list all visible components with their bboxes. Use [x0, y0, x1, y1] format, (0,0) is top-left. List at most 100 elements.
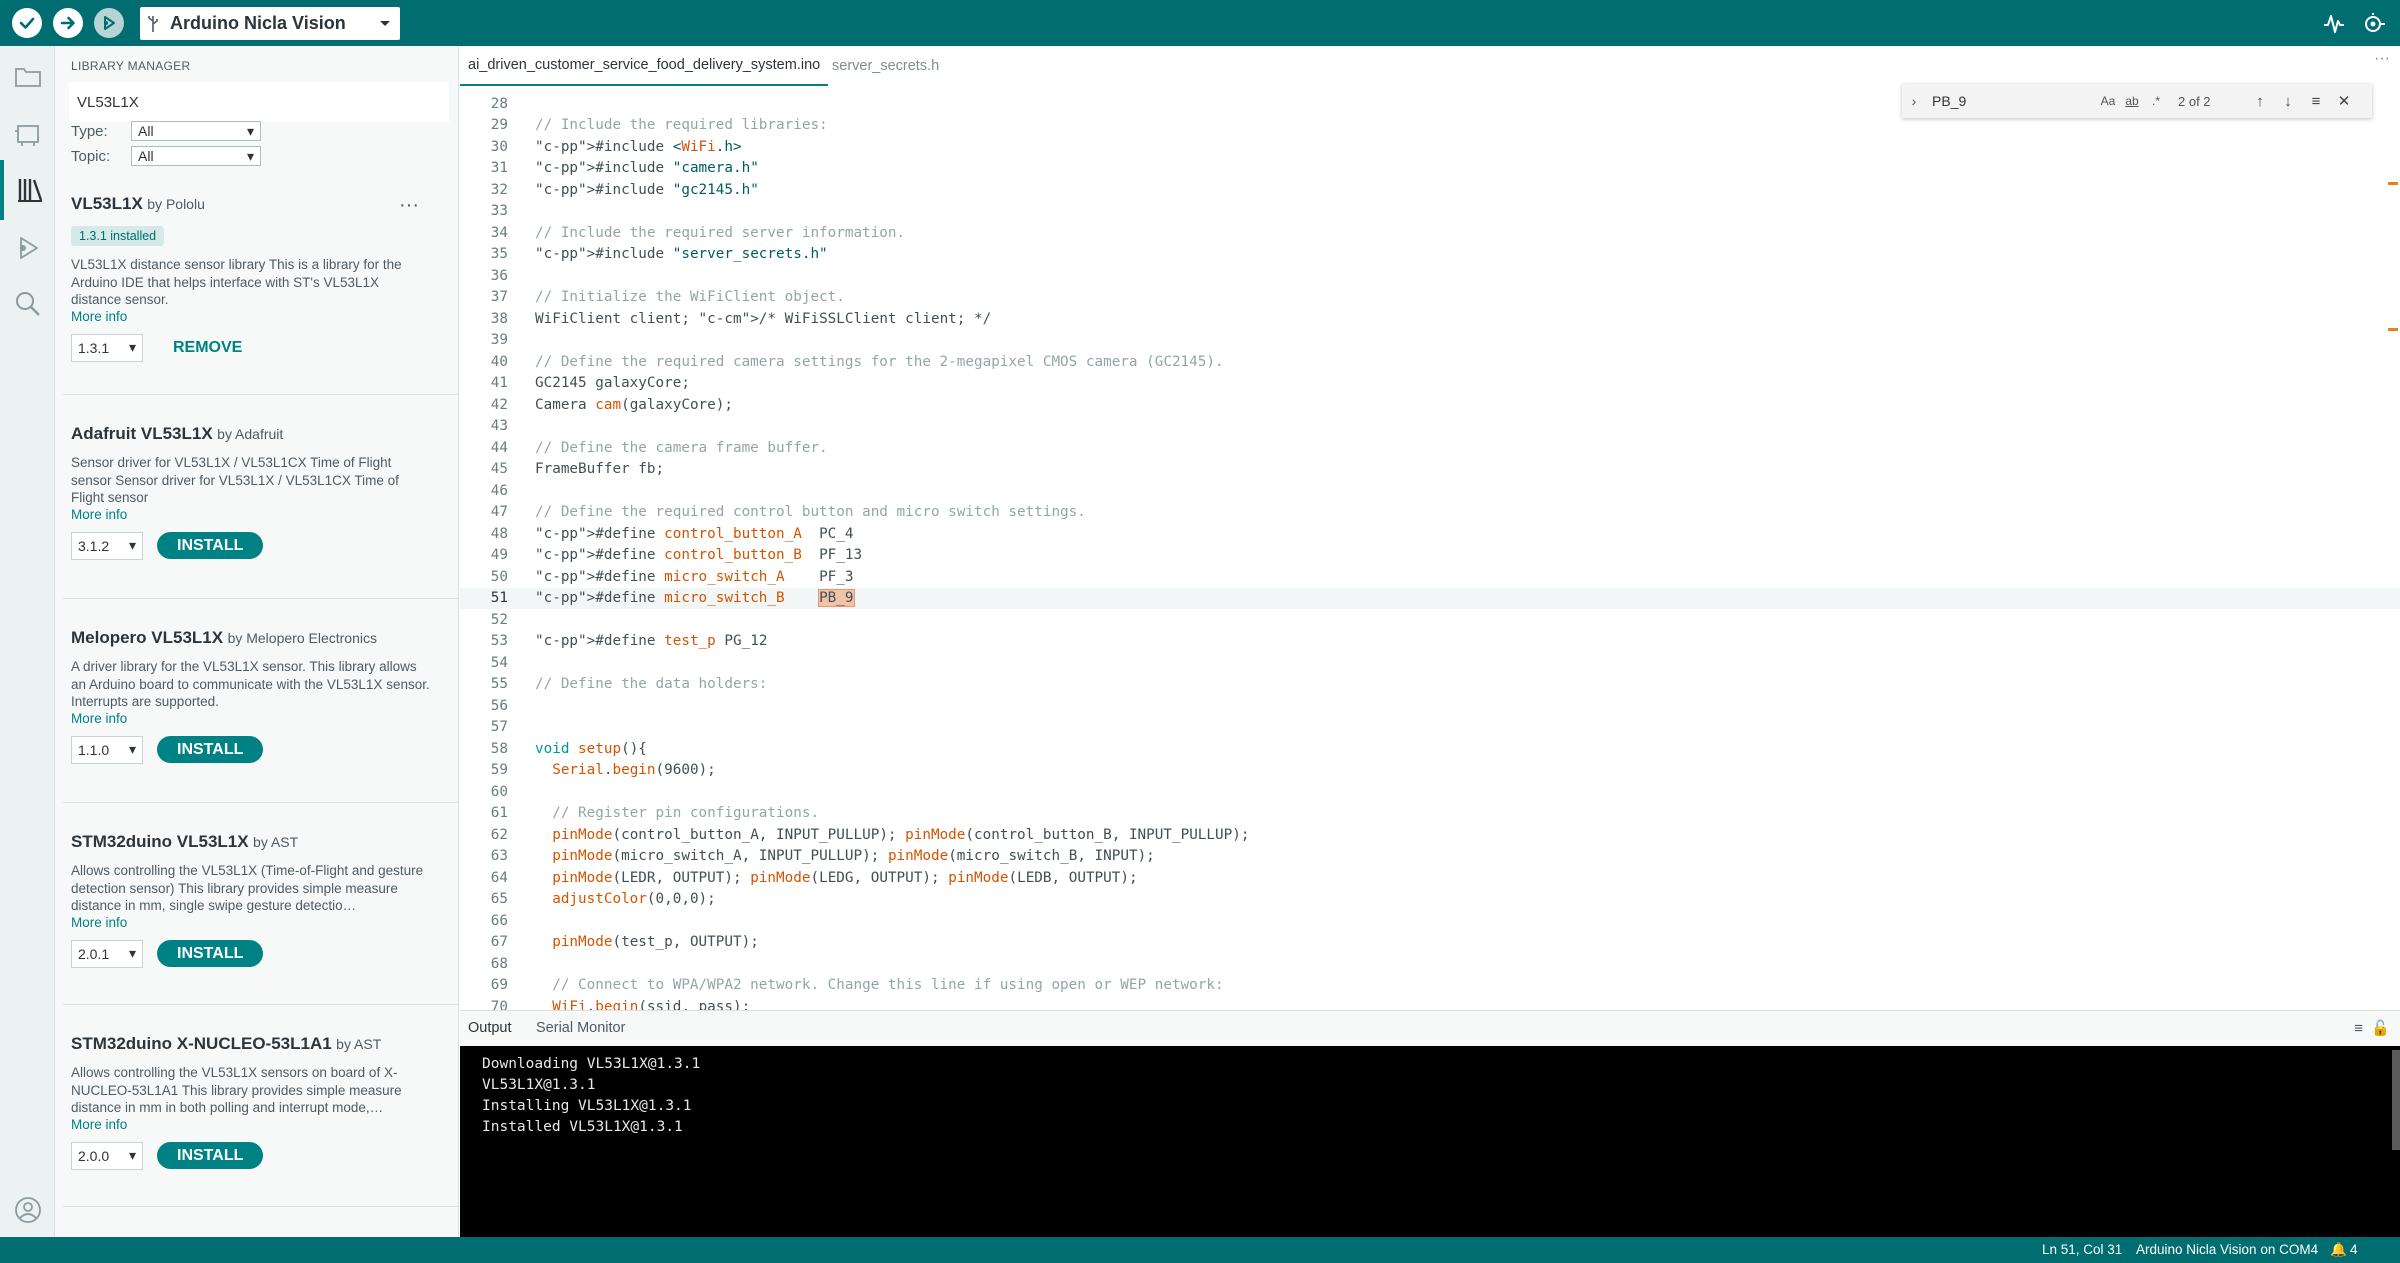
library-manager-icon[interactable] [0, 160, 55, 220]
code-line[interactable]: 37 // Initialize the WiFiClient object. [460, 287, 2400, 308]
code-line[interactable]: 54 [460, 653, 2400, 674]
output-scrollbar[interactable] [2392, 1050, 2400, 1150]
code-line[interactable]: 55 // Define the data holders: [460, 674, 2400, 695]
code-line[interactable]: 68 [460, 954, 2400, 975]
code-line[interactable]: 31 "c-pp">#include "camera.h" [460, 158, 2400, 179]
code-line[interactable]: 46 [460, 481, 2400, 502]
more-actions-icon[interactable]: ··· [2374, 50, 2390, 68]
close-icon[interactable]: ✕ [2330, 92, 2358, 110]
match-case-toggle[interactable]: Aa [2096, 94, 2120, 108]
debugger-icon[interactable] [94, 8, 124, 38]
regex-toggle[interactable]: .* [2144, 94, 2168, 108]
sketchbook-folder-icon[interactable] [0, 46, 55, 106]
board-port-status[interactable]: Arduino Nicla Vision on COM4 [2136, 1242, 2318, 1257]
code-line[interactable]: 69 // Connect to WPA/WPA2 network. Chang… [460, 975, 2400, 996]
find-input[interactable]: PB_9 [1926, 93, 2096, 109]
tab-main-sketch[interactable]: ai_driven_customer_service_food_delivery… [460, 46, 829, 86]
boards-manager-icon[interactable] [0, 104, 55, 164]
serial-plotter-icon[interactable] [2320, 10, 2348, 38]
notifications-icon[interactable]: 🔔 [2330, 1242, 2347, 1258]
chevron-down-icon: ▾ [128, 537, 136, 553]
type-select[interactable]: All ▾ [131, 121, 261, 141]
code-line[interactable]: 67 pinMode(test_p, OUTPUT); [460, 932, 2400, 953]
more-info-link[interactable]: More info [71, 915, 458, 930]
library-search-input[interactable] [69, 82, 449, 122]
profile-icon[interactable] [0, 1180, 55, 1240]
code-line[interactable]: 47 // Define the required control button … [460, 502, 2400, 523]
code-line[interactable]: 32 "c-pp">#include "gc2145.h" [460, 180, 2400, 201]
topic-select[interactable]: All ▾ [131, 146, 261, 166]
code-line[interactable]: 52 [460, 610, 2400, 631]
find-in-selection-icon[interactable]: ≡ [2302, 93, 2330, 110]
search-icon[interactable] [0, 274, 55, 334]
code-line[interactable]: 48 "c-pp">#define control_button_A PC_4 [460, 524, 2400, 545]
arrow-up-icon[interactable]: ↑ [2246, 93, 2274, 110]
code-line[interactable]: 39 [460, 330, 2400, 351]
editor-tabs: ai_driven_customer_service_food_delivery… [460, 46, 2400, 86]
code-line[interactable]: 70 WiFi.begin(ssid, pass); [460, 997, 2400, 1011]
code-line[interactable]: 59 Serial.begin(9600); [460, 760, 2400, 781]
clear-output-icon[interactable]: ≡ [2354, 1020, 2363, 1037]
upload-arrow-icon[interactable] [53, 8, 83, 38]
code-line[interactable]: 40 // Define the required camera settings… [460, 352, 2400, 373]
code-line[interactable]: 50 "c-pp">#define micro_switch_A PF_3 [460, 567, 2400, 588]
code-line[interactable]: 57 [460, 717, 2400, 738]
code-line[interactable]: 51 "c-pp">#define micro_switch_B PB_9 [460, 588, 2400, 609]
more-options-icon[interactable]: ··· [399, 194, 419, 217]
code-line[interactable]: 60 [460, 782, 2400, 803]
code-line[interactable]: 36 [460, 266, 2400, 287]
debug-icon[interactable] [0, 218, 55, 278]
version-select[interactable]: 2.0.0 ▾ [71, 1141, 143, 1170]
code-line[interactable]: 53 "c-pp">#define test_p PG_12 [460, 631, 2400, 652]
code-line[interactable]: 38 WiFiClient client; "c-cm">/* WiFiSSLCl… [460, 309, 2400, 330]
line-number: 56 [490, 697, 508, 714]
code-line[interactable]: 49 "c-pp">#define control_button_B PF_13 [460, 545, 2400, 566]
more-info-link[interactable]: More info [71, 309, 458, 324]
library-author: by Adafruit [217, 426, 284, 442]
code-line[interactable]: 63 pinMode(micro_switch_A, INPUT_PULLUP)… [460, 846, 2400, 867]
code-line[interactable]: 30 "c-pp">#include <WiFi.h> [460, 137, 2400, 158]
tab-output[interactable]: Output [468, 1020, 512, 1036]
code-line[interactable]: 29 // Include the required libraries: [460, 115, 2400, 136]
code-line[interactable]: 35 "c-pp">#include "server_secrets.h" [460, 244, 2400, 265]
code-editor[interactable]: 27 28 29 // Include the required libraries:… [460, 86, 2400, 1010]
code-line[interactable]: 66 [460, 911, 2400, 932]
code-line[interactable]: 33 [460, 201, 2400, 222]
code-line[interactable]: 56 [460, 696, 2400, 717]
arrow-down-icon[interactable]: ↓ [2274, 93, 2302, 110]
code-line[interactable]: 42 Camera cam(galaxyCore); [460, 395, 2400, 416]
verify-check-icon[interactable] [12, 8, 42, 38]
cursor-position[interactable]: Ln 51, Col 31 [2042, 1242, 2122, 1257]
install-button[interactable]: INSTALL [157, 940, 264, 967]
tab-server-secrets[interactable]: server_secrets.h [824, 46, 947, 86]
code-line[interactable]: 64 pinMode(LEDR, OUTPUT); pinMode(LEDG, … [460, 868, 2400, 889]
board-selector[interactable]: Arduino Nicla Vision [140, 7, 400, 40]
version-select[interactable]: 1.3.1 ▾ [71, 333, 143, 362]
code-line[interactable]: 41 GC2145 galaxyCore; [460, 373, 2400, 394]
install-button[interactable]: INSTALL [157, 736, 264, 763]
more-info-link[interactable]: More info [71, 711, 458, 726]
version-select[interactable]: 2.0.1 ▾ [71, 939, 143, 968]
match-whole-word-toggle[interactable]: ab [2120, 94, 2144, 108]
library-item: STM32duino X-NUCLEO-53L1A1 by AST Allows… [71, 1034, 458, 1170]
code-line[interactable]: 44 // Define the camera frame buffer. [460, 438, 2400, 459]
code-line[interactable]: 58 void setup(){ [460, 739, 2400, 760]
library-description: Allows controlling the VL53L1X sensors o… [71, 1065, 402, 1115]
code-line[interactable]: 34 // Include the required server informa… [460, 223, 2400, 244]
install-button[interactable]: INSTALL [157, 532, 264, 559]
lock-scroll-icon[interactable]: 🔓 [2371, 1020, 2390, 1037]
more-info-link[interactable]: More info [71, 507, 458, 522]
install-button[interactable]: INSTALL [157, 1142, 264, 1169]
code-line[interactable]: 45 FrameBuffer fb; [460, 459, 2400, 480]
more-info-link[interactable]: More info [71, 1117, 458, 1132]
remove-button[interactable]: REMOVE [173, 339, 242, 357]
serial-monitor-icon[interactable] [2360, 10, 2388, 38]
code-line[interactable]: 61 // Register pin configurations. [460, 803, 2400, 824]
code-line[interactable]: 43 [460, 416, 2400, 437]
tab-serial-monitor[interactable]: Serial Monitor [536, 1020, 625, 1036]
code-line[interactable]: 65 adjustColor(0,0,0); [460, 889, 2400, 910]
version-select[interactable]: 3.1.2 ▾ [71, 531, 143, 560]
code-line[interactable]: 62 pinMode(control_button_A, INPUT_PULLU… [460, 825, 2400, 846]
version-select[interactable]: 1.1.0 ▾ [71, 735, 143, 764]
chevron-right-icon[interactable]: › [1902, 93, 1926, 109]
